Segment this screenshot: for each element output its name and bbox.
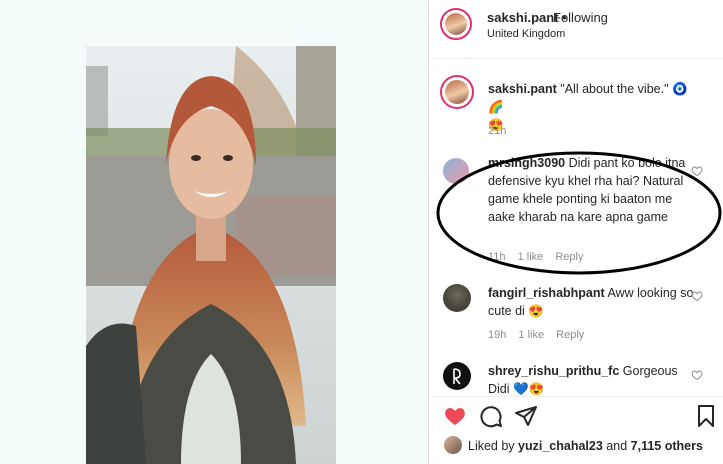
- comment-1-likes[interactable]: 1 like: [518, 251, 544, 263]
- comment-3: shrey_rishu_prithu_fc Gorgeous Didi 💙😍: [488, 362, 696, 398]
- selfie-image: [86, 46, 336, 464]
- comment-1-meta: 11h 1 like Reply: [488, 251, 592, 263]
- post-photo[interactable]: [86, 46, 336, 464]
- heart-icon[interactable]: [443, 404, 467, 428]
- liker-avatar[interactable]: [444, 436, 462, 454]
- bookmark-icon[interactable]: [695, 404, 717, 428]
- likes-prefix: Liked by: [468, 439, 515, 453]
- caption-username[interactable]: sakshi.pant: [488, 82, 557, 96]
- comment-avatar-3[interactable]: [443, 362, 471, 390]
- logo-icon: [453, 368, 461, 385]
- comment-avatar-2[interactable]: [443, 284, 471, 312]
- author-avatar[interactable]: [440, 8, 472, 40]
- small-heart-icon[interactable]: [691, 165, 703, 177]
- comment-1-username[interactable]: mrsingh3090: [488, 156, 565, 170]
- likes-summary: Liked by yuzi_chahal23 and 7,115 others: [468, 439, 703, 453]
- liker-username[interactable]: yuzi_chahal23: [518, 439, 603, 453]
- caption-time[interactable]: 21h: [488, 125, 506, 137]
- small-heart-icon[interactable]: [691, 290, 703, 302]
- likes-conj: and: [606, 439, 628, 453]
- comment-1-reply-button[interactable]: Reply: [555, 251, 583, 263]
- follow-status[interactable]: Following: [553, 10, 608, 25]
- comment-1-time[interactable]: 11h: [488, 251, 506, 263]
- comment-2: fangirl_rishabhpant Aww looking so cute …: [488, 284, 696, 320]
- comment-2-meta: 19h 1 like Reply: [488, 329, 593, 341]
- comment-icon[interactable]: [479, 404, 503, 428]
- header-divider: [429, 58, 723, 59]
- caption-text: sakshi.pant "All about the vibe." 🧿🌈 😍: [488, 80, 696, 134]
- caption-avatar[interactable]: [440, 75, 474, 109]
- share-icon[interactable]: [514, 404, 538, 428]
- actions-divider: [429, 396, 723, 397]
- comment-2-reply-button[interactable]: Reply: [556, 329, 584, 341]
- post-details-panel: sakshi.pant • Following United Kingdom s…: [429, 0, 723, 464]
- photo-panel: [0, 0, 428, 464]
- likes-others-link[interactable]: 7,115 others: [631, 439, 703, 453]
- comment-3-username[interactable]: shrey_rishu_prithu_fc: [488, 364, 619, 378]
- comment-2-username[interactable]: fangirl_rishabhpant: [488, 286, 605, 300]
- small-heart-icon[interactable]: [691, 369, 703, 381]
- author-username-text[interactable]: sakshi.pant: [487, 10, 559, 25]
- comment-2-likes[interactable]: 1 like: [518, 329, 544, 341]
- comment-2-time[interactable]: 19h: [488, 329, 506, 341]
- comment-avatar-1[interactable]: [443, 158, 469, 184]
- comment-1: mrsingh3090 Didi pant ko bolo itna defen…: [488, 154, 696, 226]
- post-location[interactable]: United Kingdom: [487, 28, 565, 40]
